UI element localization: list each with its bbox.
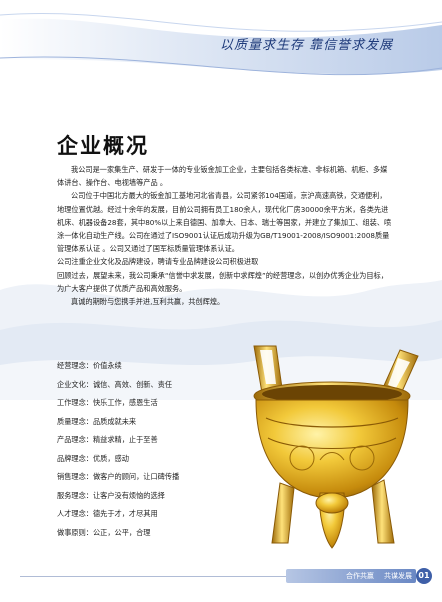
value-key: 工作理念： (57, 398, 93, 407)
company-values-list: 经营理念： 价值永续 企业文化： 诚信、高效、创新、责任 工作理念： 快乐工作，感恩生… (57, 357, 179, 542)
value-row: 质量理念： 品质成就未来 (57, 413, 179, 432)
golden-ding-vessel-image (253, 345, 419, 549)
value-text: 价值永续 (92, 361, 122, 370)
footer-slogan-band: 合作共赢 共谋发展 (286, 569, 416, 583)
value-row: 产品理念： 精益求精，止于至善 (57, 431, 179, 450)
value-key: 品牌理念： (57, 453, 93, 463)
company-profile-text: 我公司是一家集生产、研发于一体的专业钣金加工企业，主要包括各类标准、非标机箱、机… (57, 163, 392, 308)
value-row: 人才理念： 德先于才，才尽其用 (57, 505, 179, 524)
value-row: 品牌理念： 优质，感动 (57, 450, 179, 469)
profile-paragraph: 我公司是一家集生产、研发于一体的专业钣金加工企业，主要包括各类标准、非标机箱、机… (57, 165, 388, 188)
value-text: 品质成就未来 (92, 416, 137, 426)
value-key: 人才理念： (57, 509, 93, 518)
value-key: 产品理念： (57, 435, 93, 444)
value-text: 公正，公平，合理 (92, 527, 151, 537)
value-text: 精益求精，止于至善 (92, 435, 158, 444)
value-key: 经营理念： (57, 361, 93, 370)
page-number: 01 (416, 568, 432, 584)
value-key: 销售理念： (57, 472, 93, 481)
profile-paragraph: 真诚的期盼与您携手并进,互利共赢，共创辉煌。 (71, 297, 225, 307)
footer-slogan-2: 共谋发展 (384, 572, 412, 580)
value-text: 优质，感动 (92, 453, 129, 463)
value-row: 企业文化： 诚信、高效、创新、责任 (57, 376, 179, 395)
profile-paragraph: 公司注重企业文化及品牌建设，聘请专业品牌建设公司积极进取 (57, 257, 259, 267)
page-title: 企业概况 (57, 133, 149, 158)
value-text: 诚信、高效、创新、责任 (92, 379, 173, 389)
value-text: 德先于才，才尽其用 (92, 509, 158, 518)
value-row: 经营理念： 价值永续 (57, 357, 179, 376)
value-row: 销售理念： 做客户的顾问，让口碑传播 (57, 468, 179, 487)
footer: 合作共赢 共谋发展 01 (0, 566, 442, 586)
header-slogan: 以质量求生存 靠信誉求发展 (220, 37, 394, 53)
value-text: 让客户没有烦恼的选择 (92, 490, 165, 500)
value-key: 质量理念： (57, 416, 93, 426)
value-text: 做客户的顾问，让口碑传播 (92, 472, 180, 481)
value-row: 服务理念： 让客户没有烦恼的选择 (57, 487, 179, 506)
profile-paragraph: 公司位于中国北方最大的钣金加工基地河北省青县，公司紧邻104国道，京沪高速高铁，… (57, 191, 392, 254)
value-row: 做事原则： 公正，公平，合理 (57, 524, 179, 543)
value-key: 做事原则： (57, 527, 93, 537)
value-key: 服务理念： (57, 490, 93, 500)
footer-slogan-1: 合作共赢 (346, 572, 374, 580)
profile-paragraph: 回顾过去，展望未来，我公司秉承“信誉中求发展，创新中求辉煌”的经营理念，以创办优… (57, 270, 388, 293)
value-key: 企业文化： (57, 379, 93, 389)
header-slogan-band: 以质量求生存 靠信誉求发展 (180, 28, 442, 58)
value-row: 工作理念： 快乐工作，感恩生活 (57, 394, 179, 413)
value-text: 快乐工作，感恩生活 (92, 398, 158, 407)
